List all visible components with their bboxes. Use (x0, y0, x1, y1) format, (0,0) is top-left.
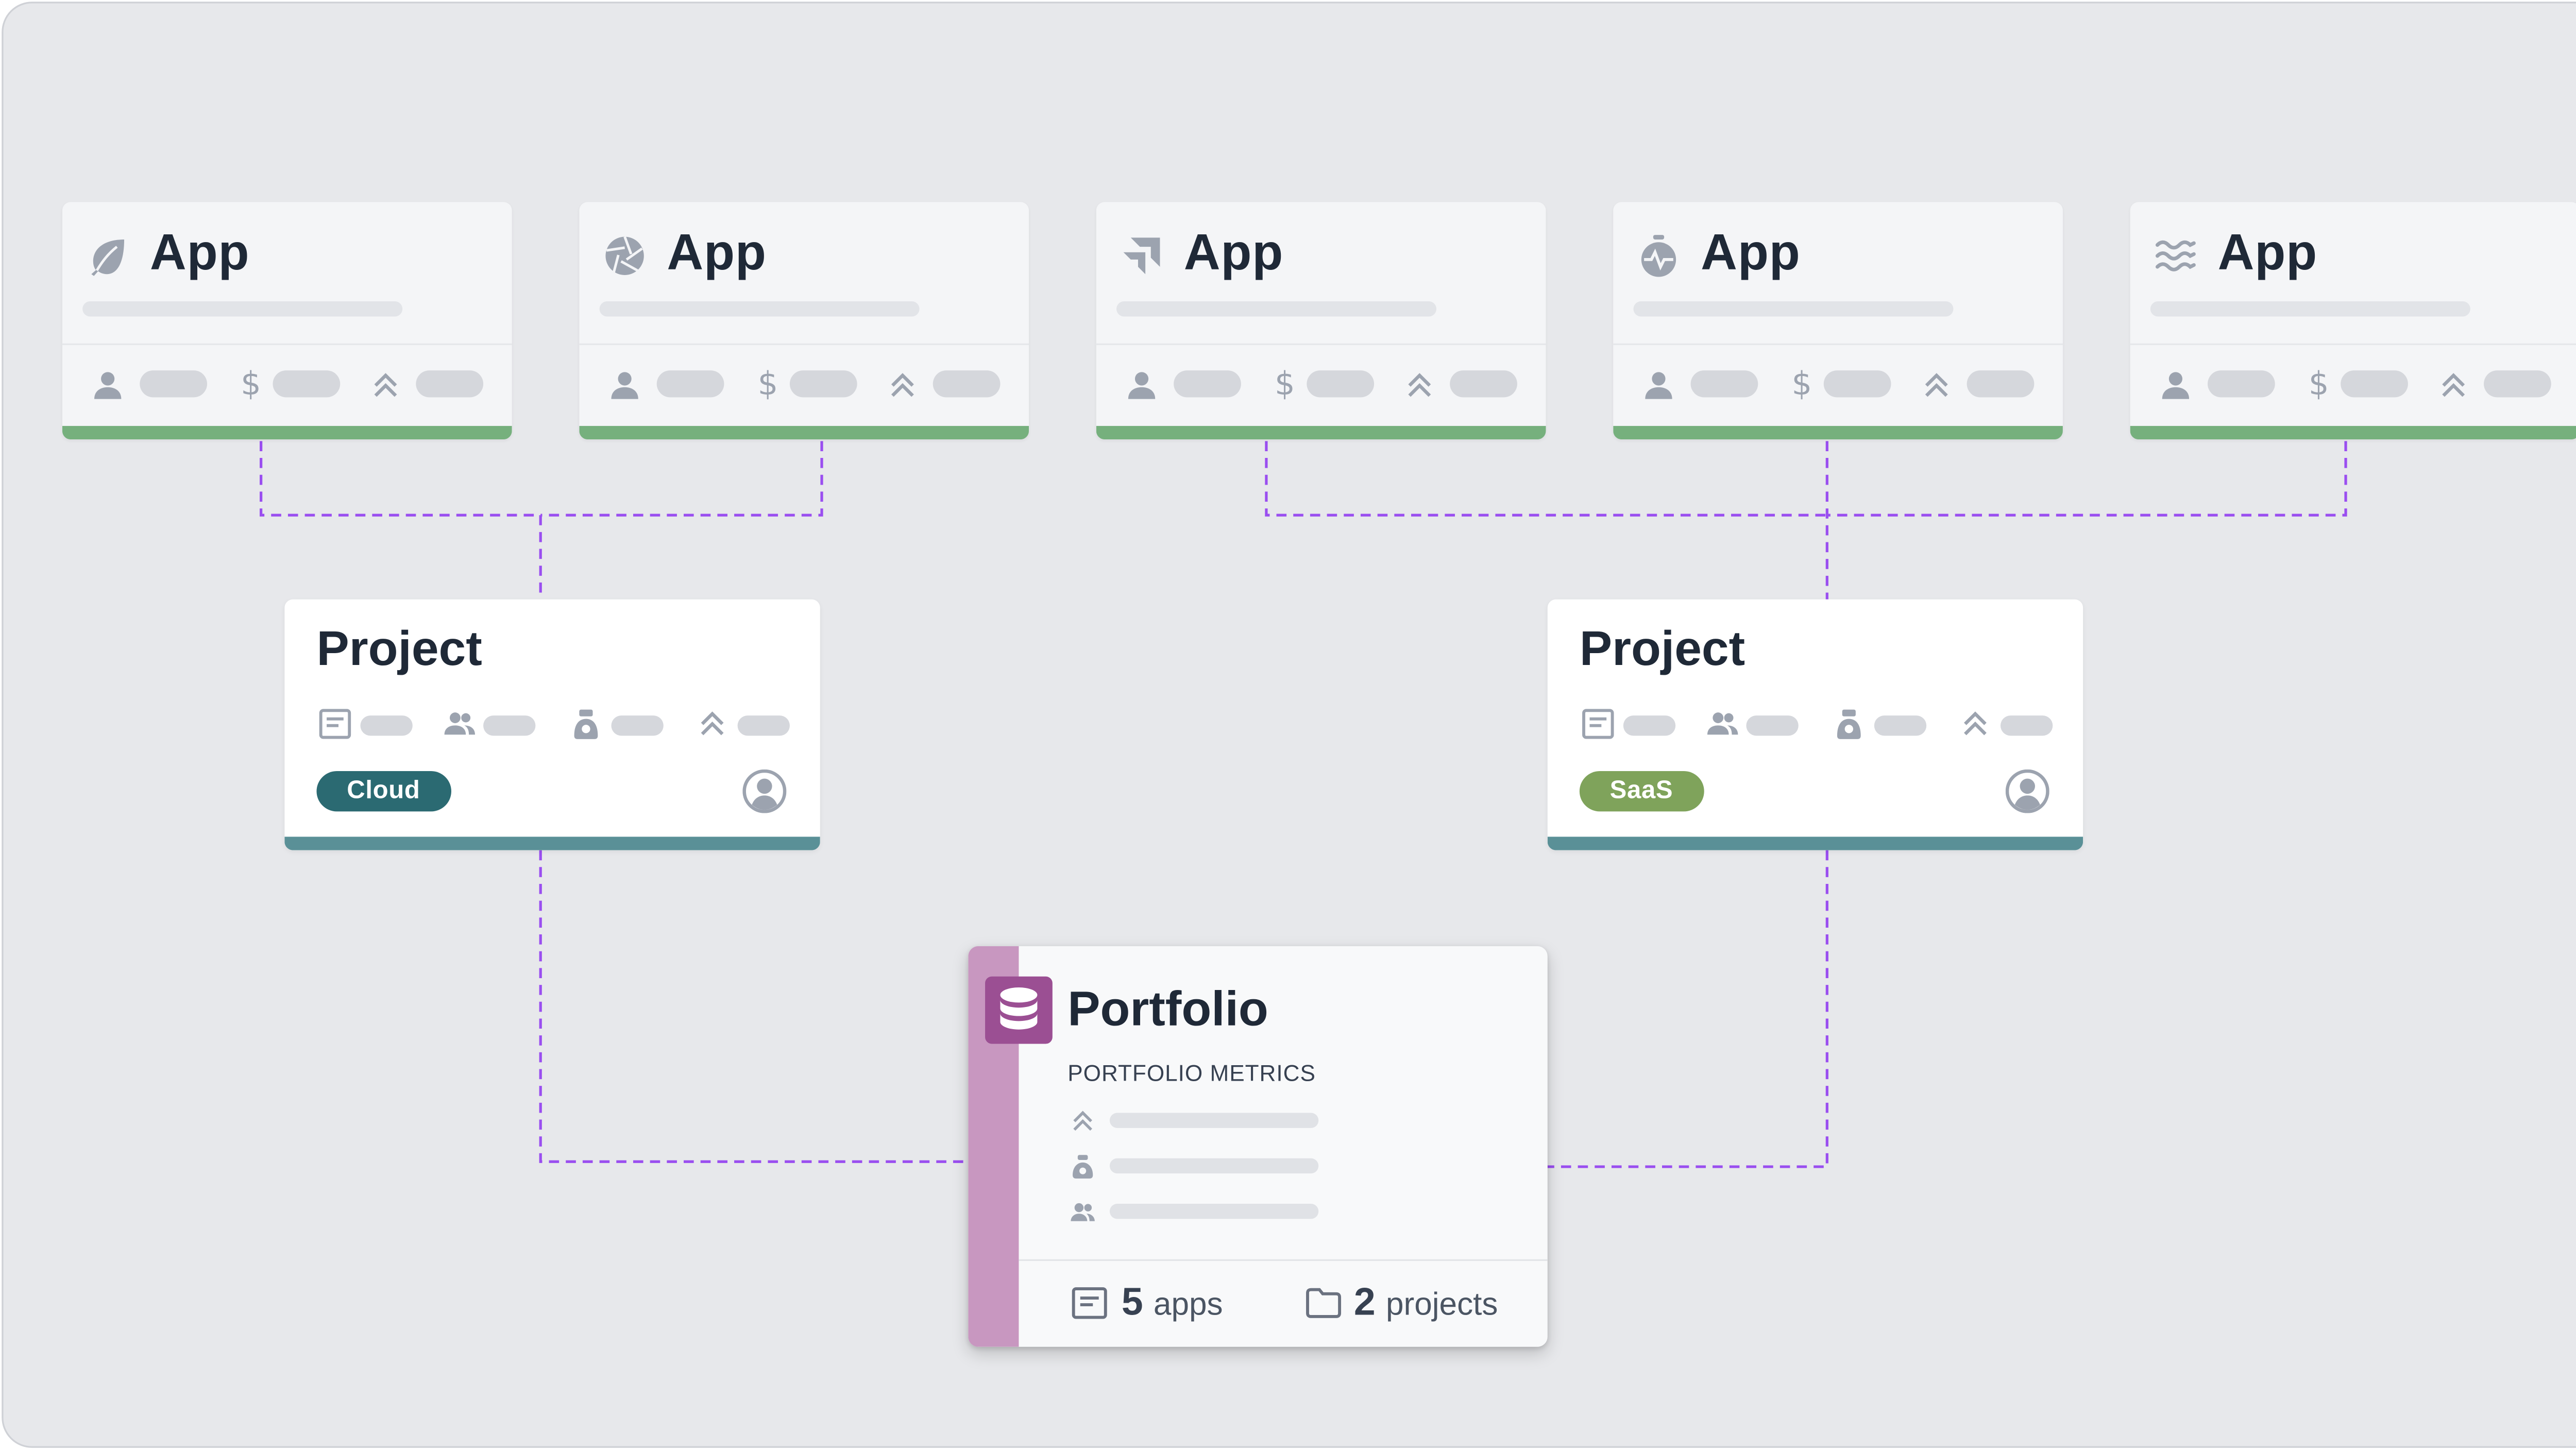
app-card[interactable]: App $ (62, 202, 512, 440)
project-title: Project (316, 623, 482, 677)
app-title: App (1701, 225, 1801, 281)
avatar-icon[interactable] (2005, 769, 2049, 813)
chevrons-up-icon (891, 373, 914, 397)
chevrons-up-icon (2442, 373, 2465, 397)
database-icon (1000, 987, 1038, 1030)
dollar-icon: $ (2309, 367, 2329, 401)
portfolio-title: Portfolio (1067, 983, 1268, 1037)
app-card[interactable]: App $ (1096, 202, 1546, 440)
leaf-icon (91, 239, 125, 276)
user-icon (94, 372, 122, 399)
portfolio-card[interactable]: Portfolio PORTFOLIO METRICS 5 apps 2 pro… (968, 946, 1548, 1347)
chevrons-up-icon (374, 373, 397, 397)
user-icon (2162, 372, 2190, 399)
app-card[interactable]: App $ (1613, 202, 2063, 440)
arrow-icon (1123, 237, 1160, 275)
dollar-icon: $ (1791, 367, 1812, 401)
project-title: Project (1579, 623, 1745, 677)
app-title: App (2217, 225, 2318, 281)
user-icon (611, 372, 638, 399)
chevrons-up-icon (701, 711, 724, 736)
chevrons-up-icon (1408, 373, 1431, 397)
user-icon (1128, 372, 1156, 399)
app-title: App (667, 225, 767, 281)
app-title: App (1183, 225, 1284, 281)
dollar-icon: $ (241, 367, 261, 401)
users-icon (1071, 1203, 1095, 1221)
dollar-icon: $ (758, 367, 778, 401)
users-icon (444, 712, 476, 735)
connector-app1-project1 (260, 441, 541, 517)
project-tag: SaaS (1579, 771, 1704, 812)
users-icon (1707, 712, 1738, 735)
project-card[interactable]: Project SaaS (1547, 599, 2083, 850)
folder-icon (1306, 1288, 1342, 1318)
app-subtitle-placeholder (82, 301, 403, 317)
app-card[interactable]: App $ (579, 202, 1029, 440)
connector-project2-portfolio (1547, 850, 1828, 1168)
app-window-icon (1072, 1287, 1107, 1319)
app-window-icon (1582, 709, 1614, 739)
chevrons-up-icon (1073, 1111, 1092, 1131)
connector-app2-project1 (540, 441, 823, 517)
svg-text:$: $ (241, 367, 261, 401)
chevrons-up-icon (1925, 373, 1948, 397)
diagram-stage: App $ App $ App $ App $ App $ Project Cl… (0, 0, 2576, 1451)
apps-label: apps (1153, 1288, 1223, 1324)
money-bag-icon (574, 709, 598, 739)
svg-text:$: $ (1275, 367, 1295, 401)
money-bag-icon (1837, 709, 1861, 739)
project-tag: Cloud (316, 771, 451, 812)
aperture-icon (605, 236, 644, 275)
portfolio-logo (985, 976, 1053, 1044)
svg-text:$: $ (1791, 367, 1812, 401)
app-window-icon (319, 709, 351, 739)
projects-count: 2 (1353, 1279, 1376, 1324)
portfolio-subtitle: PORTFOLIO METRICS (1067, 1061, 1316, 1086)
avatar-icon[interactable] (742, 769, 787, 813)
apps-count: 5 (1121, 1279, 1143, 1324)
connector-app3-project2 (1265, 441, 1827, 517)
svg-text:$: $ (2309, 367, 2329, 401)
stopwatch-icon (1641, 235, 1676, 277)
project-card[interactable]: Project Cloud (284, 599, 820, 850)
connector-project1-portfolio (539, 850, 969, 1163)
app-card[interactable]: App $ (2130, 202, 2576, 440)
connector-app5-project2 (1827, 441, 2347, 517)
waves-icon (2155, 240, 2196, 271)
dollar-icon: $ (1275, 367, 1295, 401)
user-icon (1645, 372, 1672, 399)
app-title: App (149, 225, 250, 281)
svg-text:$: $ (758, 367, 778, 401)
money-bag-icon (1073, 1155, 1093, 1179)
chevrons-up-icon (1964, 711, 1987, 736)
projects-label: projects (1385, 1288, 1498, 1324)
